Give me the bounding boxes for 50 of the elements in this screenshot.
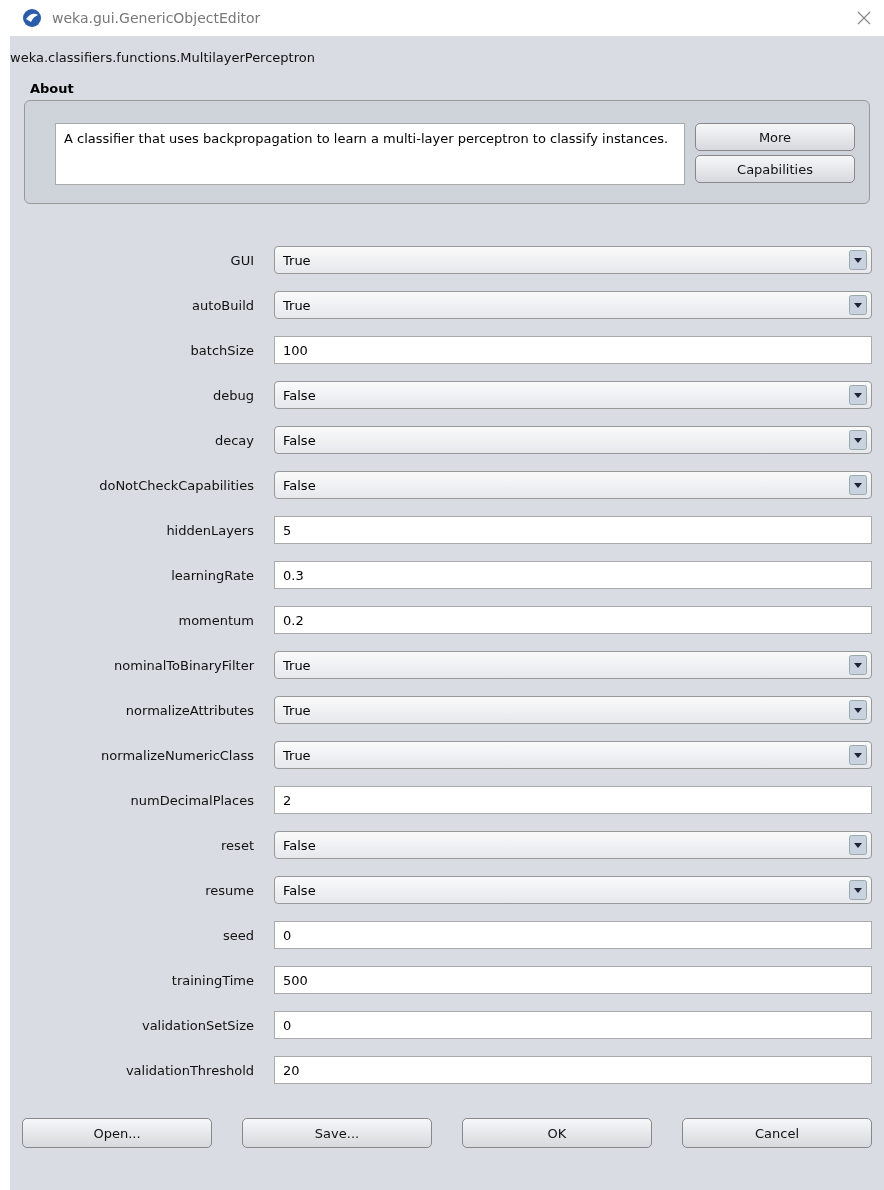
property-label: validationThreshold <box>124 1062 255 1078</box>
property-label: batchSize <box>189 342 255 358</box>
text-field[interactable]: 0 <box>274 921 872 949</box>
property-label: resume <box>204 882 255 898</box>
dropdown[interactable]: False <box>274 426 872 454</box>
property-label: nominalToBinaryFilter <box>113 657 255 673</box>
dropdown[interactable]: False <box>274 876 872 904</box>
text-field[interactable]: 500 <box>274 966 872 994</box>
dropdown[interactable]: False <box>274 471 872 499</box>
text-field[interactable]: 0.2 <box>274 606 872 634</box>
property-label: trainingTime <box>170 972 255 988</box>
text-field[interactable]: 5 <box>274 516 872 544</box>
property-label: reset <box>220 837 255 853</box>
property-label: GUI <box>229 252 255 268</box>
dialog-button[interactable]: Open... <box>22 1118 212 1148</box>
property-label: normalizeNumericClass <box>100 747 255 763</box>
dropdown[interactable]: False <box>274 381 872 409</box>
text-field[interactable]: 0.3 <box>274 561 872 589</box>
dialog-button[interactable]: OK <box>462 1118 652 1148</box>
description-text: A classifier that uses backpropagation to learn a multi-layer perceptron to classify instances. <box>55 123 685 185</box>
text-field[interactable]: 20 <box>274 1056 872 1084</box>
property-label: learningRate <box>170 567 255 583</box>
dropdown[interactable]: True <box>274 246 872 274</box>
property-label: autoBuild <box>191 297 255 313</box>
app-logo-icon <box>22 8 42 28</box>
class-name: weka.classifiers.functions.MultilayerPerceptron <box>10 49 316 65</box>
property-label: decay <box>213 432 255 448</box>
about-button[interactable]: Capabilities <box>695 155 855 183</box>
text-field[interactable]: 2 <box>274 786 872 814</box>
dropdown[interactable]: True <box>274 741 872 769</box>
property-label: hiddenLayers <box>165 522 255 538</box>
dropdown[interactable]: False <box>274 831 872 859</box>
window-title: weka.gui.GenericObjectEditor <box>52 10 262 26</box>
property-label: momentum <box>177 612 255 628</box>
close-icon[interactable] <box>856 10 872 26</box>
about-heading: About <box>30 81 75 96</box>
dropdown[interactable]: True <box>274 696 872 724</box>
property-label: numDecimalPlaces <box>129 792 255 808</box>
property-label: validationSetSize <box>140 1017 255 1033</box>
property-label: doNotCheckCapabilities <box>98 477 255 493</box>
dialog-button[interactable]: Save... <box>242 1118 432 1148</box>
text-field[interactable]: 0 <box>274 1011 872 1039</box>
about-button[interactable]: More <box>695 123 855 151</box>
property-label: debug <box>212 387 255 403</box>
property-label: seed <box>221 927 255 943</box>
text-field[interactable]: 100 <box>274 336 872 364</box>
dropdown[interactable]: True <box>274 291 872 319</box>
dialog-button[interactable]: Cancel <box>682 1118 872 1148</box>
property-label: normalizeAttributes <box>124 702 255 718</box>
dropdown[interactable]: True <box>274 651 872 679</box>
